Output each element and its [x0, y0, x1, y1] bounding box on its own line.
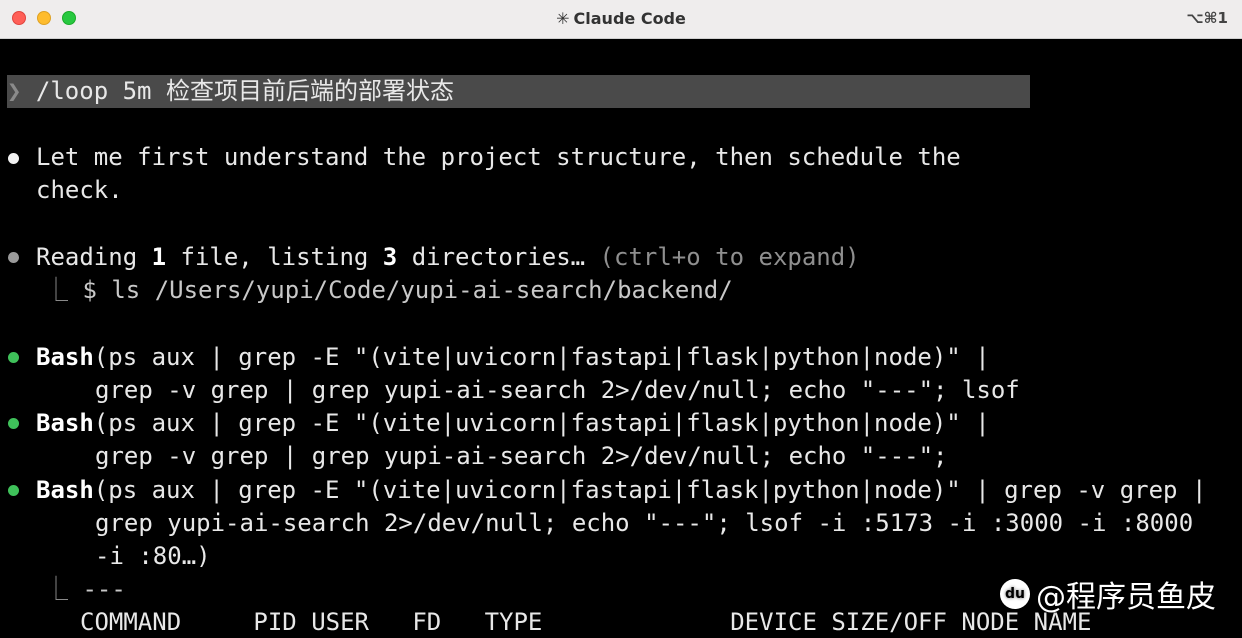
elbow-icon: ⎿: [44, 575, 68, 603]
reading-mid: file, listing: [166, 243, 383, 271]
title-bar: ✳ Claude Code ⌥⌘1: [0, 0, 1242, 39]
lsof-header-row: COMMAND PID USER FD TYPE DEVICE SIZE/OFF…: [80, 608, 1092, 636]
watermark: du @程序员鱼皮: [1000, 576, 1216, 615]
bash-call-3-line-3: -i :80…): [95, 542, 211, 570]
separator-text: ---: [82, 575, 126, 603]
expand-hint: (ctrl+o to expand): [599, 243, 860, 271]
window-title: ✳ Claude Code: [0, 9, 1242, 28]
bash-success-bullet-icon: [8, 352, 19, 363]
bash-call-3-line-2: grep yupi-ai-search 2>/dev/null; echo "-…: [95, 509, 1194, 537]
tab-shortcut-label: ⌥⌘1: [1186, 9, 1228, 27]
bash-call-2-line-1[interactable]: Bash(ps aux | grep -E "(vite|uvicorn|fas…: [36, 407, 990, 440]
bash-call-3-line-1[interactable]: Bash(ps aux | grep -E "(vite|uvicorn|fas…: [36, 474, 1206, 507]
bash-call-1-line-1[interactable]: Bash(ps aux | grep -E "(vite|uvicorn|fas…: [36, 341, 990, 374]
bash-tool-name: Bash: [36, 476, 94, 504]
reading-bullet-icon: [8, 252, 19, 263]
directory-count: 3: [382, 243, 398, 271]
prompt-text: /loop 5m 检查项目前后端的部署状态: [35, 77, 454, 105]
prompt-chevron-icon: ❯: [7, 77, 22, 105]
user-prompt: ❯ /loop 5m 检查项目前后端的部署状态: [7, 75, 454, 108]
terminal-window: ✳ Claude Code ⌥⌘1 ❯ /loop 5m 检查项目前后端的部署状态…: [0, 0, 1242, 638]
bash-tool-name: Bash: [36, 409, 94, 437]
bash-call-1-line-2: grep -v grep | grep yupi-ai-search 2>/de…: [95, 376, 1020, 404]
paw-logo-icon: du: [1000, 579, 1030, 609]
bash-success-bullet-icon: [8, 418, 19, 429]
asterisk-icon: ✳: [556, 9, 570, 28]
bash-tool-name: Bash: [36, 343, 94, 371]
bash-call-1-args: (ps aux | grep -E "(vite|uvicorn|fastapi…: [93, 343, 990, 371]
terminal-content[interactable]: ❯ /loop 5m 检查项目前后端的部署状态 Let me first und…: [0, 39, 1242, 638]
assistant-message-line-2: check.: [36, 176, 123, 204]
reading-suffix: directories…: [397, 243, 600, 271]
output-separator: ⎿ ---: [44, 573, 126, 606]
bash-success-bullet-icon: [8, 485, 19, 496]
file-count: 1: [151, 243, 167, 271]
reading-command: ⎿ $ ls /Users/yupi/Code/yupi-ai-search/b…: [44, 274, 733, 307]
assistant-message-line-1: Let me first understand the project stru…: [36, 143, 961, 171]
bash-call-2-line-2: grep -v grep | grep yupi-ai-search 2>/de…: [95, 442, 948, 470]
reading-command-text: $ ls /Users/yupi/Code/yupi-ai-search/bac…: [82, 276, 733, 304]
bash-call-3-args: (ps aux | grep -E "(vite|uvicorn|fastapi…: [93, 476, 1207, 504]
window-title-text: Claude Code: [573, 9, 686, 28]
elbow-icon: ⎿: [44, 276, 68, 304]
reading-prefix: Reading: [36, 243, 152, 271]
watermark-text: @程序员鱼皮: [1036, 580, 1216, 615]
message-bullet-icon: [8, 153, 19, 164]
reading-status[interactable]: Reading 1 file, listing 3 directories… (…: [36, 241, 860, 274]
bash-call-2-args: (ps aux | grep -E "(vite|uvicorn|fastapi…: [93, 409, 990, 437]
